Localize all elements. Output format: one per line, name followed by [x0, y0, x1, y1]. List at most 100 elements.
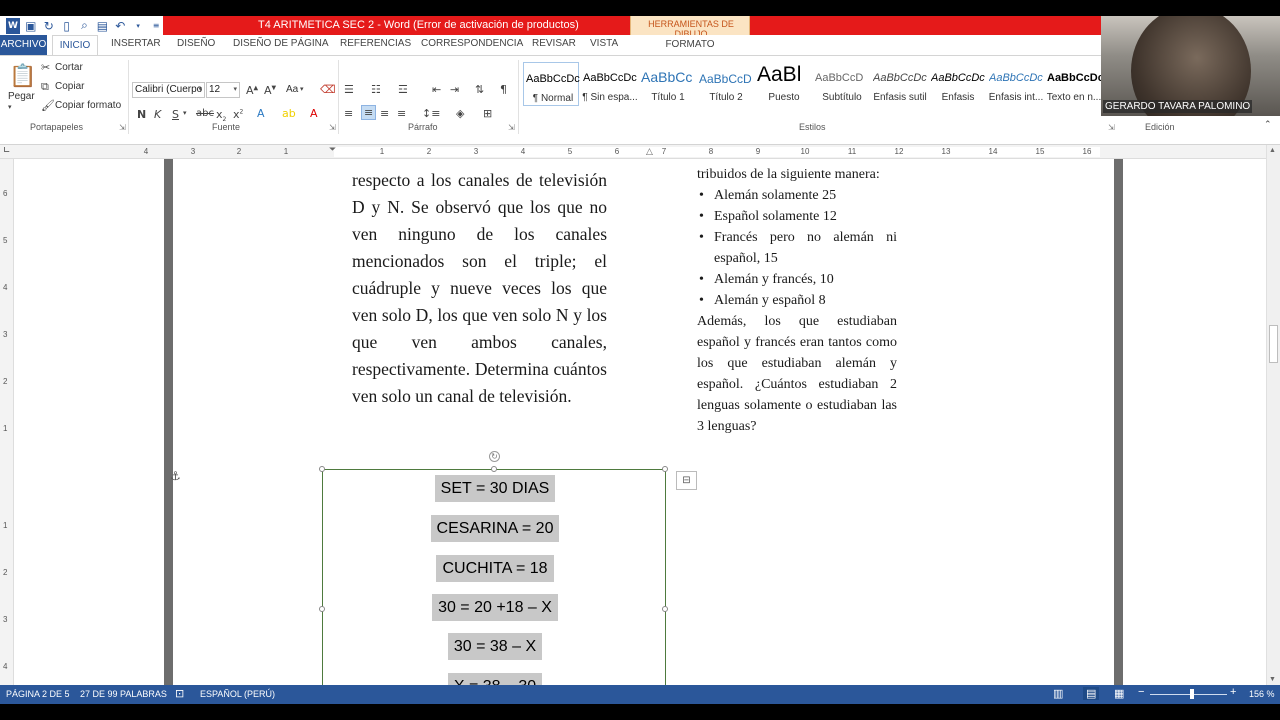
resize-handle[interactable] [662, 466, 668, 472]
style-no-spacing[interactable]: AaBbCcDc ¶ Sin espa... [581, 62, 637, 106]
word-app-icon[interactable]: W [6, 17, 20, 34]
page-count[interactable]: PÁGINA 2 DE 5 [6, 689, 70, 699]
change-case-dropdown-icon[interactable]: ▾ [300, 85, 304, 93]
style-normal[interactable]: AaBbCcDc ¶ Normal [523, 62, 580, 106]
tab-archivo[interactable]: ARCHIVO [0, 35, 47, 55]
language-indicator[interactable]: ESPAÑOL (PERÚ) [200, 689, 275, 699]
rotate-handle-icon[interactable]: ↻ [489, 451, 500, 462]
font-name-combo[interactable]: Calibri (Cuerpo ▾ [132, 82, 205, 98]
paste-icon[interactable]: 📋 [9, 64, 36, 89]
proofing-icon[interactable]: ⊡ [175, 687, 184, 700]
style-intense-emphasis[interactable]: AaBbCcDc Énfasis int... [987, 62, 1043, 106]
change-case-button[interactable]: Aa [286, 84, 298, 95]
zoom-in-icon[interactable]: + [1230, 686, 1236, 698]
paste-dropdown-icon[interactable]: ▾ [8, 103, 12, 111]
undo-icon[interactable]: ↶ [113, 18, 127, 34]
justify-icon[interactable]: ≡ [397, 107, 406, 120]
new-document-icon[interactable]: ▯ [60, 18, 74, 34]
style-subtitle[interactable]: AaBbCcD Subtítulo [813, 62, 869, 106]
resize-handle[interactable] [662, 606, 668, 612]
print-layout-icon[interactable]: ▤ [1083, 687, 1100, 700]
horizontal-ruler[interactable]: ∟ 4 3 2 1 1 2 3 4 5 6 7 8 9 10 11 12 13 … [0, 145, 1280, 159]
show-marks-icon[interactable]: ¶ [500, 83, 507, 96]
tab-diseno[interactable]: DISEÑO [177, 38, 215, 49]
increase-indent-icon[interactable]: ⇥ [450, 83, 459, 96]
tab-selector-icon[interactable]: ∟ [3, 146, 11, 156]
zoom-slider[interactable] [1150, 694, 1227, 695]
style-title[interactable]: AaBl Puesto [755, 62, 811, 106]
word-count[interactable]: 27 DE 99 PALABRAS [80, 689, 167, 699]
paragraph-launcher-icon[interactable]: ⇲ [508, 123, 515, 132]
refresh-icon[interactable]: ↻ [42, 18, 56, 34]
zoom-slider-thumb[interactable] [1190, 689, 1195, 699]
underline-icon[interactable]: S [172, 108, 179, 121]
cut-icon[interactable]: ✂ [41, 61, 50, 74]
styles-launcher-icon[interactable]: ⇲ [1108, 123, 1115, 132]
anchor-icon[interactable]: ⚓ [170, 469, 181, 483]
collapse-ribbon-icon[interactable]: ⌃ [1264, 120, 1272, 130]
tab-correspondencia[interactable]: CORRESPONDENCIA [421, 38, 523, 49]
grow-font-icon[interactable]: A▲ [246, 84, 258, 97]
borders-icon[interactable]: ⊞ [483, 107, 492, 120]
paste-button[interactable]: Pegar [8, 91, 35, 102]
scroll-down-icon[interactable]: ▼ [1269, 676, 1276, 683]
tab-vista[interactable]: VISTA [590, 38, 618, 49]
document-area[interactable]: respecto a los canales de televisión D y… [14, 159, 1266, 690]
copy-icon[interactable]: ⧉ [41, 80, 49, 94]
superscript-icon[interactable]: x2 [233, 108, 243, 121]
highlight-color-icon[interactable]: ab [282, 107, 296, 120]
tab-diseno-pagina[interactable]: DISEÑO DE PÁGINA [233, 38, 329, 49]
selected-textbox[interactable]: SET = 30 DIAS CESARINA = 20 CUCHITA = 18… [319, 466, 668, 690]
read-mode-icon[interactable]: ▥ [1053, 687, 1063, 700]
undo-dropdown-icon[interactable]: ▾ [131, 18, 145, 34]
italic-icon[interactable]: K [154, 108, 161, 121]
font-color-icon[interactable]: A [310, 107, 318, 120]
cut-button[interactable]: Cortar [55, 62, 83, 73]
font-size-combo[interactable]: 12 ▾ [206, 82, 240, 98]
align-left-icon[interactable]: ≡ [344, 107, 353, 120]
font-launcher-icon[interactable]: ⇲ [329, 123, 336, 132]
zoom-level[interactable]: 156 % [1249, 689, 1275, 699]
line-spacing-icon[interactable]: ↕≡ [422, 107, 440, 120]
customize-toolbar-icon[interactable]: ≡ [149, 18, 163, 34]
tab-referencias[interactable]: REFERENCIAS [340, 38, 411, 49]
scroll-up-icon[interactable]: ▲ [1269, 147, 1276, 154]
subscript-icon[interactable]: x2 [216, 108, 226, 123]
indent-marker-icon[interactable]: ⏷ [329, 145, 336, 155]
shading-icon[interactable]: ◈ [456, 107, 464, 120]
style-strong[interactable]: AaBbCcDc Texto en n... [1045, 62, 1101, 106]
vertical-ruler[interactable]: 6 5 4 3 2 1 1 2 3 4 [0, 159, 14, 690]
resize-handle[interactable] [491, 466, 497, 472]
shrink-font-icon[interactable]: A▼ [264, 84, 276, 97]
underline-dropdown-icon[interactable]: ▾ [183, 109, 187, 117]
web-layout-icon[interactable]: ▦ [1114, 687, 1124, 700]
clear-formatting-icon[interactable]: ⌫ [320, 83, 336, 96]
copy-button[interactable]: Copiar [55, 81, 84, 92]
numbering-icon[interactable]: ☷ [371, 83, 381, 96]
strikethrough-icon[interactable]: abc [196, 108, 214, 119]
style-subtle-emphasis[interactable]: AaBbCcDc Énfasis sutil [871, 62, 927, 106]
style-heading-2[interactable]: AaBbCcD Título 2 [697, 62, 753, 106]
multilevel-list-icon[interactable]: ☲ [398, 83, 408, 96]
save-icon[interactable]: ▣ [24, 18, 38, 34]
format-painter-button[interactable]: Copiar formato [55, 100, 121, 111]
vertical-scrollbar[interactable]: ▲ ▼ [1266, 145, 1280, 690]
zoom-out-icon[interactable]: − [1138, 686, 1144, 698]
bold-icon[interactable]: N [137, 108, 146, 121]
tab-revisar[interactable]: REVISAR [532, 38, 576, 49]
bullets-icon[interactable]: ☰ [344, 83, 354, 96]
layout-options-icon[interactable]: ⊟ [676, 471, 697, 490]
align-right-icon[interactable]: ≡ [380, 107, 389, 120]
document-icon[interactable]: ▤ [95, 18, 109, 34]
text-effects-icon[interactable]: A [257, 107, 265, 120]
tab-insertar[interactable]: INSERTAR [111, 38, 161, 49]
style-emphasis[interactable]: AaBbCcDc Énfasis [929, 62, 985, 106]
clipboard-launcher-icon[interactable]: ⇲ [119, 123, 126, 132]
format-painter-icon[interactable]: 🖌 [41, 99, 55, 112]
resize-handle[interactable] [319, 466, 325, 472]
align-center-icon[interactable]: ≡ [361, 105, 377, 120]
style-heading-1[interactable]: AaBbCc Título 1 [639, 62, 695, 106]
tab-inicio[interactable]: INICIO [52, 35, 98, 56]
scrollbar-thumb[interactable] [1269, 325, 1278, 363]
resize-handle[interactable] [319, 606, 325, 612]
